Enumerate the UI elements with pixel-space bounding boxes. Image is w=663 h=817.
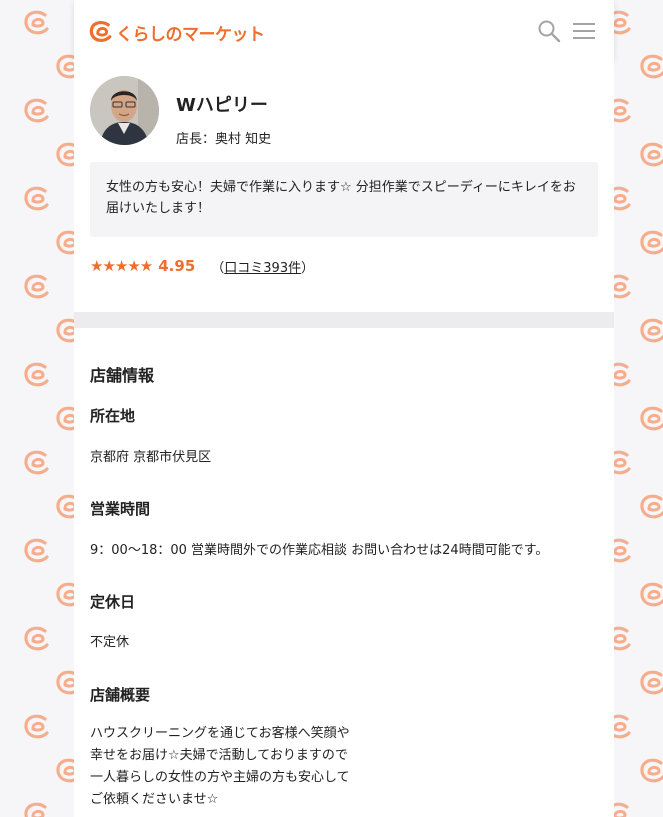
review-count-link[interactable]: 口コミ393件	[224, 261, 301, 276]
background-logo-mark-icon	[24, 802, 49, 817]
background-logo-mark-icon	[24, 538, 49, 563]
logo-text: くらしのマーケット	[116, 24, 265, 45]
shop-overview-label: 店舗概要	[90, 686, 151, 704]
background-logo-mark-icon	[24, 186, 49, 211]
shop-message: 女性の方も安心！夫婦で作業に入ります☆ 分担作業でスピーディーにキレイをお届けい…	[90, 162, 598, 237]
background-logo-mark-icon	[24, 450, 49, 475]
location-label: 所在地	[90, 407, 136, 425]
site-header: くらしのマーケット	[74, 0, 614, 60]
shop-name: Wハピリー	[176, 95, 268, 116]
rating-stars: ★★★★★	[90, 257, 153, 275]
search-icon[interactable]	[537, 19, 561, 43]
location-value: 京都府 京都市伏見区	[90, 450, 212, 465]
site-logo[interactable]: くらしのマーケット	[89, 19, 265, 45]
background-logo-mark-icon	[24, 10, 49, 35]
background-logo-mark-icon	[24, 98, 49, 123]
shop-profile-card: Wハピリー 店長：奥村 知史 女性の方も安心！夫婦で作業に入ります☆ 分担作業で…	[74, 60, 614, 312]
background-logo-mark-icon	[24, 714, 49, 739]
shop-info-title: 店舗情報	[90, 366, 155, 385]
hamburger-menu-icon[interactable]	[573, 22, 595, 40]
background-logo-mark-icon	[640, 54, 663, 79]
background-logo-mark-icon	[640, 230, 663, 255]
logo-mark-icon	[89, 21, 112, 43]
manager-photo	[90, 76, 159, 145]
review-paren-open: （	[211, 260, 225, 276]
shop-info-card: 店舗情報 所在地 京都府 京都市伏見区 営業時間 9：00〜18：00 営業時間…	[74, 328, 614, 817]
overview-line: ご依頼くださいませ☆	[90, 792, 219, 807]
overview-line: ハウスクリーニングを通じてお客様へ笑顔や	[90, 726, 350, 741]
holiday-value: 不定休	[90, 635, 130, 650]
business-hours-label: 営業時間	[90, 500, 151, 518]
rating-row: ★★★★★ 4.95 （口コミ393件）	[90, 254, 314, 278]
overview-line: 幸せをお届け☆夫婦で活動しておりますので	[90, 748, 348, 763]
review-paren-close: ）	[301, 260, 315, 276]
background-logo-mark-icon	[640, 142, 663, 167]
background-logo-mark-icon	[640, 582, 663, 607]
page-container: くらしのマーケット Wハピリー 店長：奥村 知史 女性の方も安心！夫婦で作業に入…	[74, 0, 614, 817]
holiday-label: 定休日	[90, 593, 136, 611]
background-logo-mark-icon	[640, 670, 663, 695]
background-logo-mark-icon	[24, 274, 49, 299]
background-logo-mark-icon	[640, 318, 663, 343]
shop-overview-text: ハウスクリーニングを通じてお客様へ笑顔や 幸せをお届け☆夫婦で活動しておりますの…	[90, 723, 350, 811]
shop-manager: 店長：奥村 知史	[176, 132, 272, 147]
background-logo-mark-icon	[640, 494, 663, 519]
background-logo-mark-icon	[24, 362, 49, 387]
manager-avatar	[90, 76, 159, 145]
rating-score: 4.95	[158, 257, 196, 275]
background-logo-mark-icon	[24, 626, 49, 651]
background-logo-mark-icon	[640, 406, 663, 431]
background-logo-mark-icon	[640, 758, 663, 783]
review-count-wrapper: （口コミ393件）	[211, 257, 314, 276]
business-hours-value: 9：00〜18：00 営業時間外での作業応相談 お問い合わせは24時間可能です。	[90, 543, 549, 558]
overview-line: 一人暮らしの女性の方や主婦の方も安心して	[90, 770, 350, 785]
